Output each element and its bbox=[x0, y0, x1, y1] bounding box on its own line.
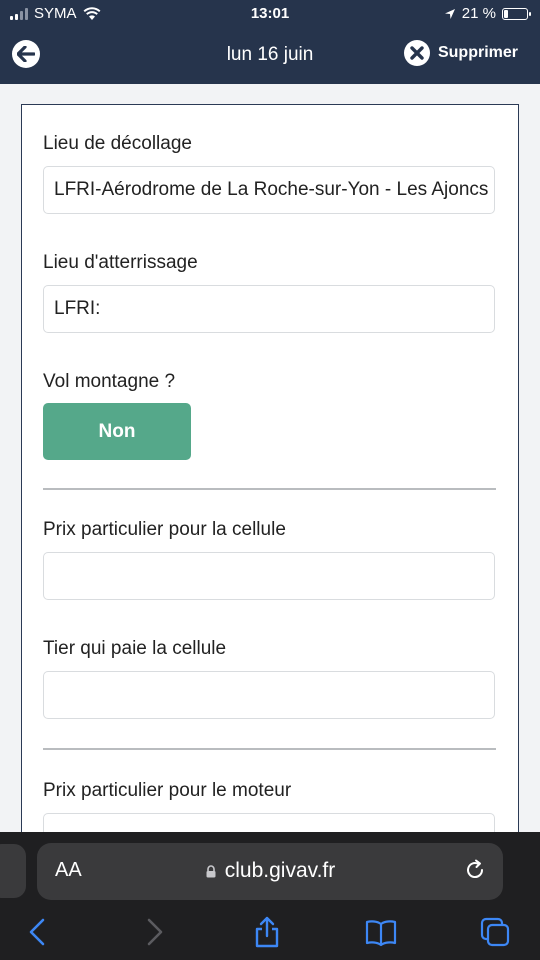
delete-button[interactable]: Supprimer bbox=[403, 40, 518, 66]
location-arrow-icon bbox=[444, 8, 455, 19]
cell-price-field[interactable] bbox=[43, 552, 495, 600]
bookmarks-icon[interactable] bbox=[365, 916, 397, 948]
status-bar: SYMA 13:01 21 % bbox=[0, 0, 540, 28]
previous-tab-preview[interactable] bbox=[0, 844, 26, 898]
top-bar: SYMA 13:01 21 % lun 16 juin Supprimer bbox=[0, 0, 540, 84]
browser-chrome: AA club.givav.fr bbox=[0, 832, 540, 960]
cell-payer-field[interactable] bbox=[43, 671, 495, 719]
address-bar[interactable]: AA club.givav.fr bbox=[37, 843, 503, 900]
url-display[interactable]: club.givav.fr bbox=[37, 859, 503, 883]
share-icon[interactable] bbox=[251, 916, 283, 948]
close-icon bbox=[403, 40, 430, 66]
engine-price-field[interactable] bbox=[43, 813, 495, 832]
tabs-icon[interactable] bbox=[479, 916, 511, 948]
cell-price-label: Prix particulier pour la cellule bbox=[43, 519, 286, 540]
divider bbox=[43, 488, 496, 490]
flight-form: Lieu de décollage LFRI-Aérodrome de La R… bbox=[21, 104, 519, 832]
mountain-flight-toggle[interactable]: Non bbox=[43, 403, 191, 460]
back-chevron-icon[interactable] bbox=[22, 916, 54, 948]
reload-icon[interactable] bbox=[463, 858, 487, 882]
battery-icon bbox=[502, 7, 531, 20]
takeoff-label: Lieu de décollage bbox=[43, 133, 192, 154]
lock-icon bbox=[206, 865, 216, 878]
browser-toolbar bbox=[0, 912, 540, 952]
engine-price-label: Prix particulier pour le moteur bbox=[43, 780, 292, 801]
takeoff-field[interactable]: LFRI-Aérodrome de La Roche-sur-Yon - Les… bbox=[43, 166, 495, 214]
cell-payer-label: Tier qui paie la cellule bbox=[43, 638, 227, 659]
divider bbox=[43, 748, 496, 750]
landing-label: Lieu d'atterrissage bbox=[43, 252, 198, 273]
page-header: lun 16 juin Supprimer bbox=[0, 28, 540, 84]
url-text: club.givav.fr bbox=[224, 859, 336, 882]
battery-percent: 21 % bbox=[461, 5, 496, 22]
page-content: Lieu de décollage LFRI-Aérodrome de La R… bbox=[0, 84, 540, 832]
forward-chevron-icon[interactable] bbox=[138, 916, 170, 948]
landing-field[interactable]: LFRI: bbox=[43, 285, 495, 333]
delete-label: Supprimer bbox=[437, 44, 518, 61]
mountain-flight-label: Vol montagne ? bbox=[43, 371, 176, 392]
